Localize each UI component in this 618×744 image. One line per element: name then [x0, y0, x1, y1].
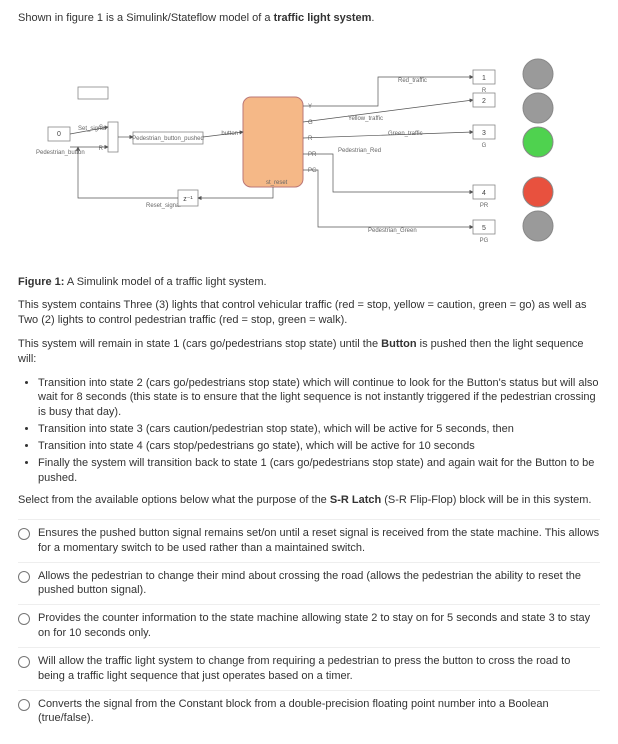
intro-bold: traffic light system: [274, 12, 372, 24]
para2-bold: Button: [381, 338, 416, 350]
option-label: Ensures the pushed button signal remains…: [38, 526, 600, 556]
ped-red-signal: Pedestrian_Red: [338, 148, 381, 154]
svg-text:1: 1: [482, 75, 486, 82]
svg-text:PR: PR: [308, 152, 317, 158]
option-radio[interactable]: [18, 571, 30, 583]
terminator-4: 4 PR: [473, 185, 495, 209]
option-radio[interactable]: [18, 528, 30, 540]
terminator-1: 1 R: [473, 70, 495, 94]
svg-text:st_reset: st_reset: [266, 180, 288, 186]
light-yellow: [523, 93, 553, 123]
light-ped-red: [523, 177, 553, 207]
terminator-5: 5 PG: [473, 220, 495, 244]
option-row[interactable]: Allows the pedestrian to change their mi…: [18, 562, 600, 605]
ped-button-pushed-label: Pedestrian_button_pushed: [132, 136, 204, 142]
light-ped-green: [523, 211, 553, 241]
sr-latch-label: z⁻¹: [183, 196, 193, 203]
select-prompt-prefix: Select from the available options below …: [18, 494, 330, 506]
option-label: Allows the pedestrian to change their mi…: [38, 569, 600, 599]
simulink-diagram: 0 Set_signal Pedestrian_button S R Pedes…: [18, 32, 600, 262]
select-prompt-mid: (S-R Flip-Flop) block will be in this sy…: [381, 494, 591, 506]
svg-text:PG: PG: [308, 168, 317, 174]
svg-text:PR: PR: [480, 203, 489, 209]
bullet-item: Transition into state 3 (cars caution/pe…: [38, 422, 600, 437]
figure-caption: Figure 1: A Simulink model of a traffic …: [18, 276, 600, 288]
option-radio[interactable]: [18, 699, 30, 711]
svg-text:Y: Y: [308, 104, 312, 110]
bullet-item: Transition into state 2 (cars go/pedestr…: [38, 376, 600, 421]
select-prompt-bold: S-R Latch: [330, 494, 381, 506]
options-group: Ensures the pushed button signal remains…: [18, 519, 600, 732]
option-label: Converts the signal from the Constant bl…: [38, 697, 600, 727]
svg-text:PG: PG: [480, 238, 489, 244]
figure-caption-bold: Figure 1:: [18, 276, 64, 288]
bullet-item: Transition into state 4 (cars stop/pedes…: [38, 439, 600, 454]
intro-suffix: .: [371, 12, 374, 24]
option-radio[interactable]: [18, 613, 30, 625]
select-prompt: Select from the available options below …: [18, 493, 600, 508]
bullet-item: Finally the system will transition back …: [38, 456, 600, 486]
option-row[interactable]: Will allow the traffic light system to c…: [18, 647, 600, 690]
svg-text:3: 3: [482, 130, 486, 137]
svg-text:R: R: [308, 136, 313, 142]
yellow-traffic-signal: Yellow_traffic: [348, 116, 383, 122]
reset-signal-label: Reset_signal: [146, 203, 181, 209]
light-green: [523, 127, 553, 157]
figure-caption-text: A Simulink model of a traffic light syst…: [64, 276, 266, 288]
para2-prefix: This system will remain in state 1 (cars…: [18, 338, 381, 350]
option-row[interactable]: Provides the counter information to the …: [18, 604, 600, 647]
terminator-2: 2: [473, 93, 495, 107]
bullet-list: Transition into state 2 (cars go/pedestr…: [38, 376, 600, 486]
pedestrian-button-label: Pedestrian_button: [36, 150, 85, 156]
option-row[interactable]: Ensures the pushed button signal remains…: [18, 519, 600, 562]
terminator-3: 3 G: [473, 125, 495, 149]
intro-text: Shown in figure 1 is a Simulink/Stateflo…: [18, 12, 600, 24]
paragraph-1: This system contains Three (3) lights th…: [18, 298, 600, 329]
constant-label: 0: [57, 131, 61, 138]
svg-text:G: G: [482, 143, 487, 149]
option-row[interactable]: Converts the signal from the Constant bl…: [18, 690, 600, 733]
svg-text:5: 5: [482, 225, 486, 232]
red-traffic-signal: Red_traffic: [398, 78, 427, 84]
light-red: [523, 59, 553, 89]
option-label: Provides the counter information to the …: [38, 611, 600, 641]
option-label: Will allow the traffic light system to c…: [38, 654, 600, 684]
intro-prefix: Shown in figure 1 is a Simulink/Stateflo…: [18, 12, 274, 24]
svg-text:4: 4: [482, 190, 486, 197]
ped-green-signal: Pedestrian_Green: [368, 228, 417, 234]
svg-text:2: 2: [482, 98, 486, 105]
option-radio[interactable]: [18, 656, 30, 668]
paragraph-2: This system will remain in state 1 (cars…: [18, 337, 600, 368]
